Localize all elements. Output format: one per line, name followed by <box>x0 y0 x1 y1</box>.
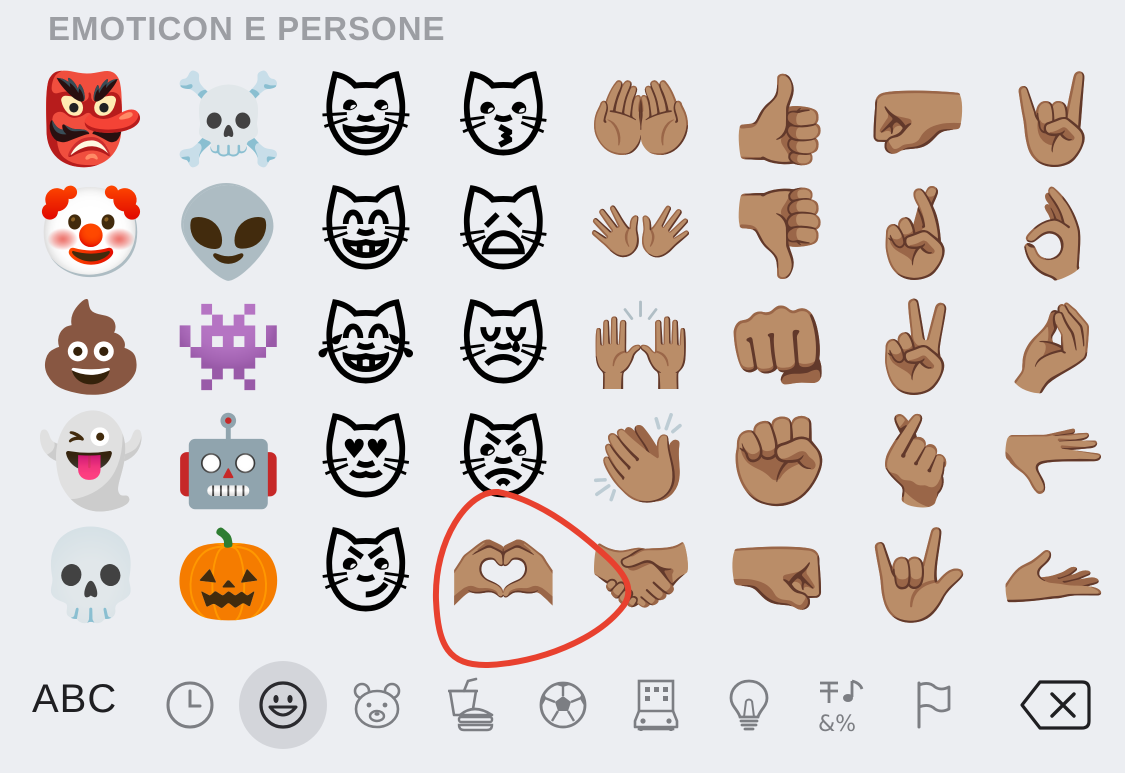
delete-backspace-icon <box>1020 680 1091 730</box>
emoji-key[interactable]: 👎🏽 <box>710 176 848 290</box>
burger-drink-icon <box>448 677 494 732</box>
emoji-key[interactable]: 🫴🏽 <box>985 518 1123 632</box>
emoji-key[interactable]: 😸 <box>297 176 435 290</box>
smiley-icon <box>259 681 307 729</box>
category-animals-and-nature[interactable] <box>333 661 421 749</box>
emoji-key[interactable]: ✌🏽 <box>847 290 985 404</box>
emoji-key[interactable]: 🤌🏽 <box>985 290 1123 404</box>
emoji-key[interactable]: 🤘🏽 <box>985 62 1123 176</box>
category-bar: ABC &% <box>0 655 1125 755</box>
lightbulb-icon <box>729 679 769 731</box>
emoji-key[interactable]: 👌🏽 <box>985 176 1123 290</box>
emoji-key-heart-hands[interactable]: 🫶🏽 <box>435 518 573 632</box>
emoji-key[interactable]: 👐🏽 <box>572 176 710 290</box>
emoji-key[interactable]: 🤞🏽 <box>847 176 985 290</box>
emoji-key[interactable]: 😺 <box>297 62 435 176</box>
emoji-key[interactable]: 😹 <box>297 290 435 404</box>
emoji-key[interactable]: 🤡 <box>22 176 160 290</box>
emoji-key[interactable]: 🤝🏽 <box>572 518 710 632</box>
emoji-key[interactable]: 👍🏽 <box>710 62 848 176</box>
emoji-key[interactable]: 😽 <box>435 62 573 176</box>
emoji-key[interactable]: 🤛🏽 <box>847 62 985 176</box>
emoji-key[interactable]: 💀 <box>22 518 160 632</box>
emoji-key[interactable]: 🙌🏽 <box>572 290 710 404</box>
flag-icon <box>917 681 951 729</box>
emoji-key[interactable]: 💩 <box>22 290 160 404</box>
emoji-key[interactable]: 👻 <box>22 404 160 518</box>
emoji-key[interactable]: 👺 <box>22 62 160 176</box>
emoji-key[interactable]: 🫰🏽 <box>847 404 985 518</box>
emoji-key[interactable]: ☠️ <box>160 62 298 176</box>
category-symbols[interactable]: &% <box>798 661 886 749</box>
emoji-key[interactable]: 🤖 <box>160 404 298 518</box>
emoji-key[interactable]: 🙀 <box>435 176 573 290</box>
svg-text:&%: &% <box>818 712 856 733</box>
clock-icon <box>166 681 214 729</box>
soccer-ball-icon <box>539 681 587 729</box>
bear-icon <box>353 682 401 729</box>
emoji-key[interactable]: 👊🏽 <box>710 290 848 404</box>
emoji-key[interactable]: 👽 <box>160 176 298 290</box>
emoji-key[interactable]: 😾 <box>435 404 573 518</box>
emoji-key[interactable]: 👾 <box>160 290 298 404</box>
category-flags[interactable] <box>889 661 977 749</box>
emoji-keyboard: EMOTICON E PERSONE 👺 ☠️ 😺 😽 🤲🏽 👍🏽 🤛🏽 🤘🏽 … <box>0 0 1125 773</box>
category-smileys-and-people[interactable] <box>239 661 327 749</box>
symbols-icon: &% <box>818 679 864 733</box>
emoji-key[interactable]: 😿 <box>435 290 573 404</box>
emoji-key[interactable]: 😻 <box>297 404 435 518</box>
emoji-key[interactable]: ✊🏽 <box>710 404 848 518</box>
emoji-grid: 👺 ☠️ 😺 😽 🤲🏽 👍🏽 🤛🏽 🤘🏽 🤡 👽 😸 🙀 👐🏽 👎🏽 🤞🏽 👌🏽… <box>22 62 1125 642</box>
emoji-key[interactable]: 🤲🏽 <box>572 62 710 176</box>
delete-button[interactable] <box>1018 677 1094 733</box>
category-food-and-drink[interactable] <box>425 661 513 749</box>
category-travel-and-places[interactable] <box>612 661 700 749</box>
emoji-key[interactable]: 🤟🏽 <box>847 518 985 632</box>
category-activity[interactable] <box>519 661 607 749</box>
category-recents[interactable] <box>146 661 234 749</box>
emoji-key[interactable]: 👏🏽 <box>572 404 710 518</box>
abc-keyboard-switch[interactable]: ABC <box>32 677 117 722</box>
emoji-key[interactable]: 😼 <box>297 518 435 632</box>
emoji-key[interactable]: 🎃 <box>160 518 298 632</box>
category-objects[interactable] <box>705 661 793 749</box>
section-title: EMOTICON E PERSONE <box>48 10 446 47</box>
emoji-key[interactable]: 🫳🏽 <box>985 404 1123 518</box>
emoji-key[interactable]: 🤜🏽 <box>710 518 848 632</box>
building-car-icon <box>633 679 679 731</box>
